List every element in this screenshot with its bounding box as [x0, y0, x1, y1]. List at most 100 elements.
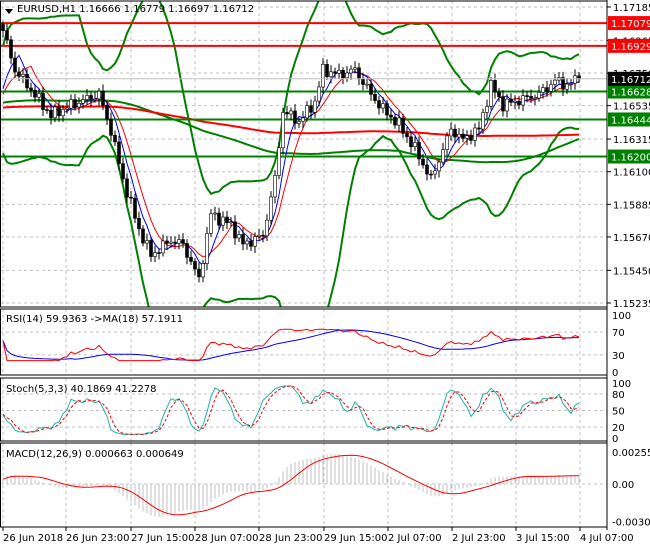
time-label: 27 Jun 15:00 [131, 533, 195, 544]
rsi-tick-label: 70 [612, 328, 625, 339]
candle [517, 100, 521, 106]
candle [329, 71, 333, 77]
candle [293, 110, 297, 124]
candle [141, 228, 145, 244]
candle [373, 93, 377, 101]
candle [417, 142, 421, 160]
candle [381, 103, 385, 109]
candle [269, 196, 273, 221]
candle [493, 80, 497, 93]
candle [133, 197, 137, 219]
candle [257, 234, 261, 237]
candle [261, 234, 265, 237]
candle [273, 175, 277, 198]
rsi-tick-label: 30 [612, 351, 625, 362]
candle [229, 221, 233, 224]
candle [461, 133, 465, 139]
candle [425, 164, 429, 175]
candle [97, 90, 101, 100]
ohlc-header: 1.16666 1.16779 1.16697 1.16712 [79, 4, 255, 15]
candle [341, 69, 345, 79]
candle [545, 87, 549, 92]
rsi-tick-label: 0 [612, 368, 618, 379]
time-label: 2 Jul 23:00 [452, 533, 506, 544]
candle [525, 95, 529, 97]
stoch-tick-label: 100 [612, 379, 631, 390]
candle [69, 99, 73, 109]
candle [189, 257, 193, 262]
candle [505, 98, 509, 112]
candle [149, 240, 153, 257]
candle [465, 135, 469, 139]
candle [433, 170, 437, 175]
candle [521, 95, 525, 106]
candle [353, 67, 357, 70]
candle [289, 110, 293, 115]
stoch-tick-label: 20 [612, 423, 625, 434]
candle [93, 98, 97, 101]
candle [389, 114, 393, 118]
candle [489, 80, 493, 107]
stoch-tick-label: 50 [612, 407, 625, 418]
candle [113, 134, 117, 143]
candle [457, 133, 461, 138]
candle [473, 127, 477, 141]
candle [529, 95, 533, 99]
candle [201, 263, 205, 278]
candle [65, 107, 69, 110]
candle [129, 196, 133, 199]
candle [237, 234, 241, 239]
candle [413, 142, 417, 147]
macd-tick-label: -0.003003 [612, 518, 650, 529]
candle [233, 221, 237, 239]
candle [109, 118, 113, 136]
candle [41, 93, 45, 110]
candle [337, 69, 341, 74]
candle [409, 136, 413, 147]
candle [469, 135, 473, 141]
candle [345, 72, 349, 79]
candle [497, 91, 501, 97]
candle [317, 86, 321, 102]
candle [281, 112, 285, 149]
candle [333, 71, 337, 74]
candle [277, 147, 281, 176]
candle [313, 100, 317, 113]
candle [77, 102, 81, 108]
candle [225, 216, 229, 223]
macd-header: MACD(12,26,9) 0.000663 0.000649 [6, 449, 184, 460]
candle [153, 252, 157, 257]
candle [565, 83, 569, 90]
candle [177, 239, 181, 244]
candle [365, 83, 369, 86]
time-label: 3 Jul 15:00 [516, 533, 570, 544]
trading-chart[interactable]: RSI(14) 59.9363 ->MA(18) 57.1911 Stoch(5,… [0, 0, 650, 550]
candle [397, 117, 401, 126]
candle [377, 100, 381, 109]
candle [241, 234, 245, 245]
stoch-tick-label: 0 [612, 434, 618, 445]
candle [85, 95, 89, 100]
time-label: 26 Jun 23:00 [66, 533, 130, 544]
candle [573, 75, 577, 84]
candle [449, 128, 453, 137]
candle [569, 83, 573, 85]
candle [197, 268, 201, 278]
candle [249, 240, 253, 247]
candle [213, 212, 217, 215]
macd-tick-label: 0.002552 [612, 448, 650, 459]
candle [5, 30, 9, 41]
candle [89, 95, 93, 100]
candle [537, 92, 541, 99]
candle [369, 83, 373, 95]
candle [301, 117, 305, 122]
candle [453, 128, 457, 138]
candle [193, 261, 197, 270]
candle [385, 103, 389, 116]
time-label: 28 Jun 23:00 [259, 533, 323, 544]
candle [361, 78, 365, 85]
candle [209, 213, 213, 234]
time-label: 2 Jul 07:00 [388, 533, 442, 544]
chart-canvas[interactable]: RSI(14) 59.9363 ->MA(18) 57.1911 Stoch(5,… [0, 0, 650, 550]
rsi-header: RSI(14) 59.9363 ->MA(18) 57.1911 [6, 314, 183, 325]
